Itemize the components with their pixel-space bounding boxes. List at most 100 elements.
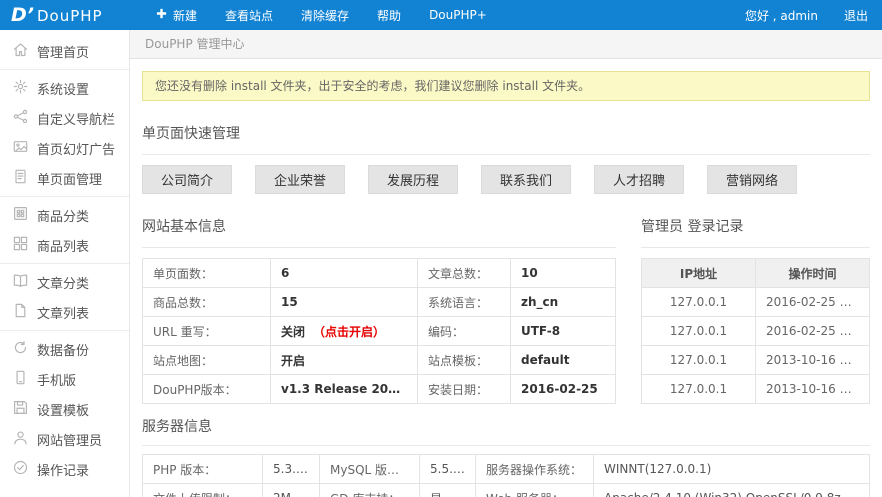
nav-item-view-site[interactable]: 查看站点 [211, 0, 287, 30]
sidebar-item-template-settings[interactable]: 设置模板 [0, 394, 129, 424]
logo-d-mark: D’ [11, 6, 34, 25]
quick-page-button[interactable]: 人才招聘 [594, 165, 684, 194]
info-value: 15 [271, 288, 418, 317]
info-value: 关闭（点击开启） [271, 317, 418, 346]
sidebar-item-data-backup[interactable]: 数据备份 [0, 334, 129, 364]
gear-icon [13, 79, 28, 98]
sidebar-separator [0, 330, 129, 331]
timestamp-cell: 2016-02-25 23:29:08 [756, 288, 870, 317]
info-value: 开启 [271, 346, 418, 375]
info-value: WINNT(127.0.0.1) [594, 455, 870, 484]
quick-page-button[interactable]: 营销网络 [707, 165, 797, 194]
app-logo[interactable]: D’ DouPHP [0, 6, 130, 25]
sidebar-item-label: 单页面管理 [37, 169, 102, 188]
logout-link[interactable]: 退出 [844, 7, 868, 24]
breadcrumb: DouPHP 管理中心 [130, 30, 882, 59]
info-label: PHP 版本： [143, 455, 263, 484]
info-value: 6 [271, 259, 418, 288]
plus-icon [156, 8, 167, 22]
table-header-row: IP地址操作时间 [642, 259, 870, 288]
ip-address-cell: 127.0.0.1 [642, 288, 756, 317]
sidebar-item-mobile-version[interactable]: 手机版 [0, 364, 129, 394]
nav-item-douphp-plus[interactable]: DouPHP+ [415, 0, 501, 30]
sidebar-item-single-pages[interactable]: 单页面管理 [0, 163, 129, 193]
section-title-login-records: 管理员 登录记录 [641, 216, 870, 248]
info-label: 服务器操作系统： [476, 455, 594, 484]
sidebar-separator [0, 69, 129, 70]
info-value: v1.3 Release 20160125 [271, 375, 418, 404]
greeting-text: 您好 , admin [745, 7, 818, 24]
info-label: 站点模板： [418, 346, 511, 375]
table-row: 127.0.0.12016-02-25 23:29:08 [642, 288, 870, 317]
sidebar-item-product-category[interactable]: 商品分类 [0, 200, 129, 230]
info-label: GD 库支持： [320, 484, 420, 497]
save-icon [13, 400, 28, 419]
table-row: 127.0.0.12013-10-16 09:42:58 [642, 375, 870, 404]
top-nav: 新建 查看站点清除缓存帮助DouPHP+ [142, 0, 501, 30]
mobile-icon [13, 370, 28, 389]
main-content: 您还没有删除 install 文件夹，出于安全的考虑，我们建议您删除 insta… [130, 59, 882, 497]
column-header: IP地址 [642, 259, 756, 288]
image-icon [13, 139, 28, 158]
column-header: 操作时间 [756, 259, 870, 288]
nav-item-new[interactable]: 新建 [142, 0, 211, 30]
info-label: DouPHP版本： [143, 375, 271, 404]
url-rewrite-enable-link[interactable]: （点击开启） [313, 325, 385, 339]
info-label: 商品总数： [143, 288, 271, 317]
home-icon [13, 42, 28, 61]
logo-text: DouPHP [37, 7, 103, 25]
sidebar-item-system-settings[interactable]: 系统设置 [0, 73, 129, 103]
info-value: Apache/2.4.10 (Win32) OpenSSL/0.9.8zb mo… [594, 484, 870, 497]
sidebar-item-label: 手机版 [37, 370, 76, 389]
nav-item-help[interactable]: 帮助 [363, 0, 415, 30]
quick-page-button[interactable]: 企业荣誉 [255, 165, 345, 194]
table-row: 127.0.0.12013-10-16 09:43:01 [642, 346, 870, 375]
info-label: 站点地图： [143, 346, 271, 375]
sidebar-item-home-slide-ads[interactable]: 首页幻灯广告 [0, 133, 129, 163]
sidebar-separator [0, 196, 129, 197]
sidebar-item-site-admins[interactable]: 网站管理员 [0, 424, 129, 454]
table-row: 商品总数：15系统语言：zh_cn [143, 288, 616, 317]
header-user-area: 您好 , admin 退出 [745, 7, 882, 24]
info-label: 文章总数： [418, 259, 511, 288]
info-value: 10 [511, 259, 616, 288]
sidebar: 管理首页系统设置自定义导航栏首页幻灯广告单页面管理商品分类商品列表文章分类文章列… [0, 30, 130, 497]
nav-item-clear-cache[interactable]: 清除缓存 [287, 0, 363, 30]
section-title-quick-pages: 单页面快速管理 [142, 123, 870, 155]
sidebar-item-product-list[interactable]: 商品列表 [0, 230, 129, 260]
nav-item-label: 查看站点 [225, 7, 273, 24]
sidebar-item-label: 文章列表 [37, 303, 89, 322]
sidebar-item-article-list[interactable]: 文章列表 [0, 297, 129, 327]
info-value: UTF-8 [511, 317, 616, 346]
sidebar-item-label: 管理首页 [37, 42, 89, 61]
table-row: 文件上传限制：2MGD 库支持：是Web 服务器：Apache/2.4.10 (… [143, 484, 870, 497]
nav-item-label: 新建 [173, 7, 197, 24]
top-header: D’ DouPHP 新建 查看站点清除缓存帮助DouPHP+ 您好 , admin… [0, 0, 882, 30]
sidebar-item-article-category[interactable]: 文章分类 [0, 267, 129, 297]
info-label: 单页面数： [143, 259, 271, 288]
clock-check-icon [13, 460, 28, 479]
quick-page-button[interactable]: 联系我们 [481, 165, 571, 194]
timestamp-cell: 2013-10-16 09:42:58 [756, 375, 870, 404]
sidebar-item-label: 设置模板 [37, 400, 89, 419]
timestamp-cell: 2013-10-16 09:43:01 [756, 346, 870, 375]
info-value: 5.5.40 [420, 455, 476, 484]
timestamp-cell: 2016-02-25 13:48:48 [756, 317, 870, 346]
sidebar-item-label: 数据备份 [37, 340, 89, 359]
sidebar-item-label: 首页幻灯广告 [37, 139, 115, 158]
quick-page-button[interactable]: 发展历程 [368, 165, 458, 194]
ip-address-cell: 127.0.0.1 [642, 317, 756, 346]
sidebar-item-label: 系统设置 [37, 79, 89, 98]
ip-address-cell: 127.0.0.1 [642, 375, 756, 404]
sidebar-item-custom-nav[interactable]: 自定义导航栏 [0, 103, 129, 133]
info-label: 文件上传限制： [143, 484, 263, 497]
info-value: 2016-02-25 [511, 375, 616, 404]
sidebar-item-operation-logs[interactable]: 操作记录 [0, 454, 129, 484]
category-grid-icon [13, 206, 28, 225]
sidebar-item-label: 网站管理员 [37, 430, 102, 449]
page-icon [13, 169, 28, 188]
quick-page-button[interactable]: 公司简介 [142, 165, 232, 194]
grid-icon [13, 236, 28, 255]
sidebar-item-home[interactable]: 管理首页 [0, 36, 129, 66]
info-label: Web 服务器： [476, 484, 594, 497]
